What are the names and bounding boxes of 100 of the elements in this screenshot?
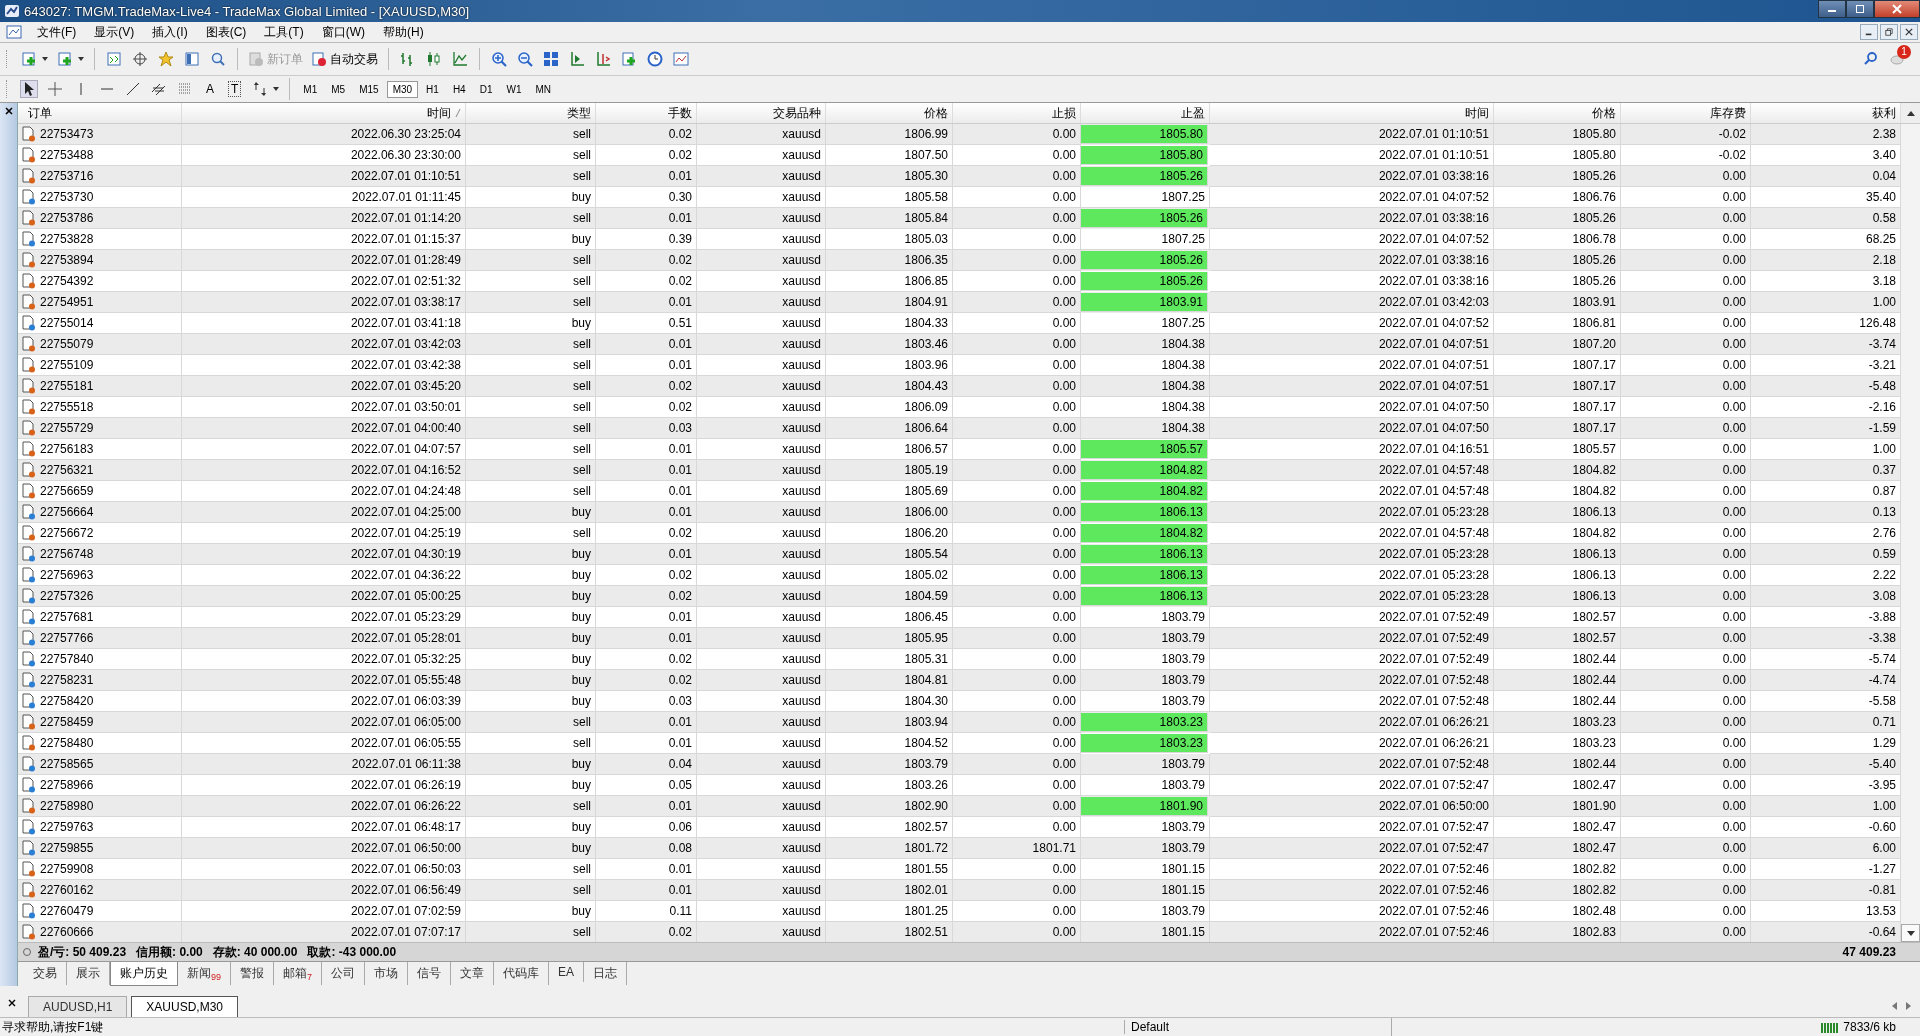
period-button[interactable]: W1 [500, 80, 528, 98]
caret-icon[interactable] [78, 57, 84, 61]
indicators-icon[interactable] [621, 51, 637, 67]
window-icon[interactable] [184, 51, 200, 67]
chart-tab[interactable]: XAUUSD,M30 [131, 996, 239, 1017]
terminal-tab[interactable]: 公司 [322, 962, 366, 985]
terminal-tab[interactable]: 警报 [231, 962, 274, 985]
scroll-down-button[interactable] [1901, 924, 1920, 942]
close-icon[interactable] [8, 999, 16, 1007]
terminal-tab[interactable]: 账户历史 [110, 962, 178, 986]
table-cell: 1805.26 [1081, 251, 1208, 270]
menu-item[interactable]: 显示(V) [85, 23, 144, 41]
menu-item[interactable]: 图表(C) [196, 23, 256, 41]
period-button[interactable]: H4 [446, 80, 472, 98]
scroll-right-icon[interactable] [1906, 1002, 1911, 1010]
terminal-tab[interactable]: 文章 [451, 962, 495, 985]
minimize-button[interactable] [1818, 0, 1846, 18]
chart-window-icon[interactable] [6, 24, 22, 40]
scroll-left-icon[interactable] [1892, 1002, 1897, 1010]
terminal-tab[interactable]: 新闻$_{99}$ [178, 962, 231, 986]
maximize-button[interactable] [1846, 0, 1874, 18]
column-header[interactable]: 订单 [18, 103, 182, 123]
header-label: 止盈 [1181, 104, 1205, 122]
header-label: 时间 [1465, 104, 1489, 122]
new-chart-icon[interactable] [21, 51, 37, 67]
column-header[interactable]: 时间 [1210, 103, 1494, 123]
restore-button[interactable] [1880, 24, 1898, 40]
column-header[interactable]: 价格 [1494, 103, 1621, 123]
table-cell: 1803.91 [1081, 293, 1208, 312]
close-button[interactable] [1900, 24, 1918, 40]
channel-icon[interactable] [151, 81, 167, 97]
magnifier-icon[interactable] [210, 51, 226, 67]
terminal-tab[interactable]: 市场 [365, 962, 409, 985]
table-cell: 22757840 [40, 652, 94, 666]
caret-icon[interactable] [273, 87, 280, 91]
table-cell: 1804.82 [1081, 482, 1208, 501]
auto-trading-button[interactable]: 自动交易 [307, 50, 382, 68]
menu-item[interactable]: 窗口(W) [312, 23, 374, 41]
market-watch-icon[interactable] [106, 51, 122, 67]
terminal-tab[interactable]: 代码库 [494, 962, 550, 985]
connection-bars-icon [1821, 1021, 1840, 1033]
candlestick-icon[interactable] [426, 51, 442, 67]
scrollbar[interactable] [1901, 124, 1920, 942]
profiles-icon[interactable] [57, 51, 73, 67]
text-tool[interactable]: A [204, 82, 216, 96]
crosshair-icon[interactable] [132, 51, 148, 67]
table-cell: 22755729 [40, 421, 94, 435]
column-header[interactable]: 时间 [182, 103, 466, 123]
zoom-in-icon[interactable] [491, 51, 507, 67]
table-cell: 1805.80 [1081, 146, 1208, 165]
table-cell: 22757766 [40, 631, 94, 645]
table-cell: 1805.57 [1081, 440, 1208, 459]
trend-line-icon[interactable] [125, 81, 141, 97]
column-header[interactable]: 库存费 [1621, 103, 1751, 123]
search-icon[interactable] [1863, 51, 1879, 67]
table-cell: 22753786 [40, 211, 94, 225]
table-cell: 22758231 [40, 673, 94, 687]
table-cell: 1801.90 [1081, 797, 1208, 816]
menu-item[interactable]: 插入(I) [143, 23, 197, 41]
document-stop-icon [311, 51, 327, 67]
close-button[interactable] [1874, 0, 1920, 18]
terminal-tab[interactable]: 信号 [408, 962, 452, 985]
text-label-tool[interactable]: T [228, 81, 242, 97]
terminal-tab[interactable]: 邮箱$_{7}$ [274, 962, 323, 986]
period-button[interactable]: M15 [353, 80, 385, 98]
period-button[interactable]: M30 [386, 80, 419, 98]
column-header[interactable]: 手数 [596, 103, 697, 123]
clock-icon[interactable] [647, 51, 663, 67]
table-cell: 22756183 [40, 442, 94, 456]
menu-item[interactable]: 文件(F) [28, 23, 86, 41]
caret-icon[interactable] [42, 57, 48, 61]
column-header[interactable]: 止损 [953, 103, 1081, 123]
zoom-out-icon[interactable] [517, 51, 533, 67]
chart-tab[interactable]: AUDUSD,H1 [28, 996, 128, 1017]
period-button[interactable]: M5 [325, 80, 352, 98]
terminal-tab[interactable]: 日志 [584, 962, 628, 985]
column-header[interactable]: 价格 [826, 103, 953, 123]
restore-icon [1885, 28, 1893, 36]
table-cell: 22753716 [40, 169, 94, 183]
template-icon[interactable] [673, 51, 689, 67]
period-button[interactable]: M1 [297, 80, 324, 98]
menu-item[interactable]: 帮助(H) [374, 23, 433, 41]
chart-shift-icon[interactable] [569, 51, 585, 67]
column-header[interactable]: 类型 [466, 103, 596, 123]
terminal-tab[interactable]: EA [549, 962, 585, 982]
table-cell: 22756664 [40, 505, 94, 519]
period-button[interactable]: D1 [473, 80, 499, 98]
arrows-icon[interactable] [252, 81, 269, 97]
close-icon[interactable] [4, 107, 13, 115]
table-cell: 22756672 [40, 526, 94, 540]
terminal-tab[interactable]: 交易 [24, 962, 67, 985]
tile-windows-icon[interactable] [543, 51, 559, 67]
menu-item[interactable]: 工具(T) [255, 23, 313, 41]
autoscroll-icon[interactable] [595, 51, 611, 67]
cursor-icon[interactable] [21, 81, 37, 97]
column-header[interactable]: 交易品种 [697, 103, 826, 123]
column-header[interactable]: 止盈 [1081, 103, 1210, 123]
period-button[interactable]: MN [529, 80, 558, 98]
line-chart-icon[interactable] [452, 51, 468, 67]
period-button[interactable]: H1 [420, 80, 445, 98]
